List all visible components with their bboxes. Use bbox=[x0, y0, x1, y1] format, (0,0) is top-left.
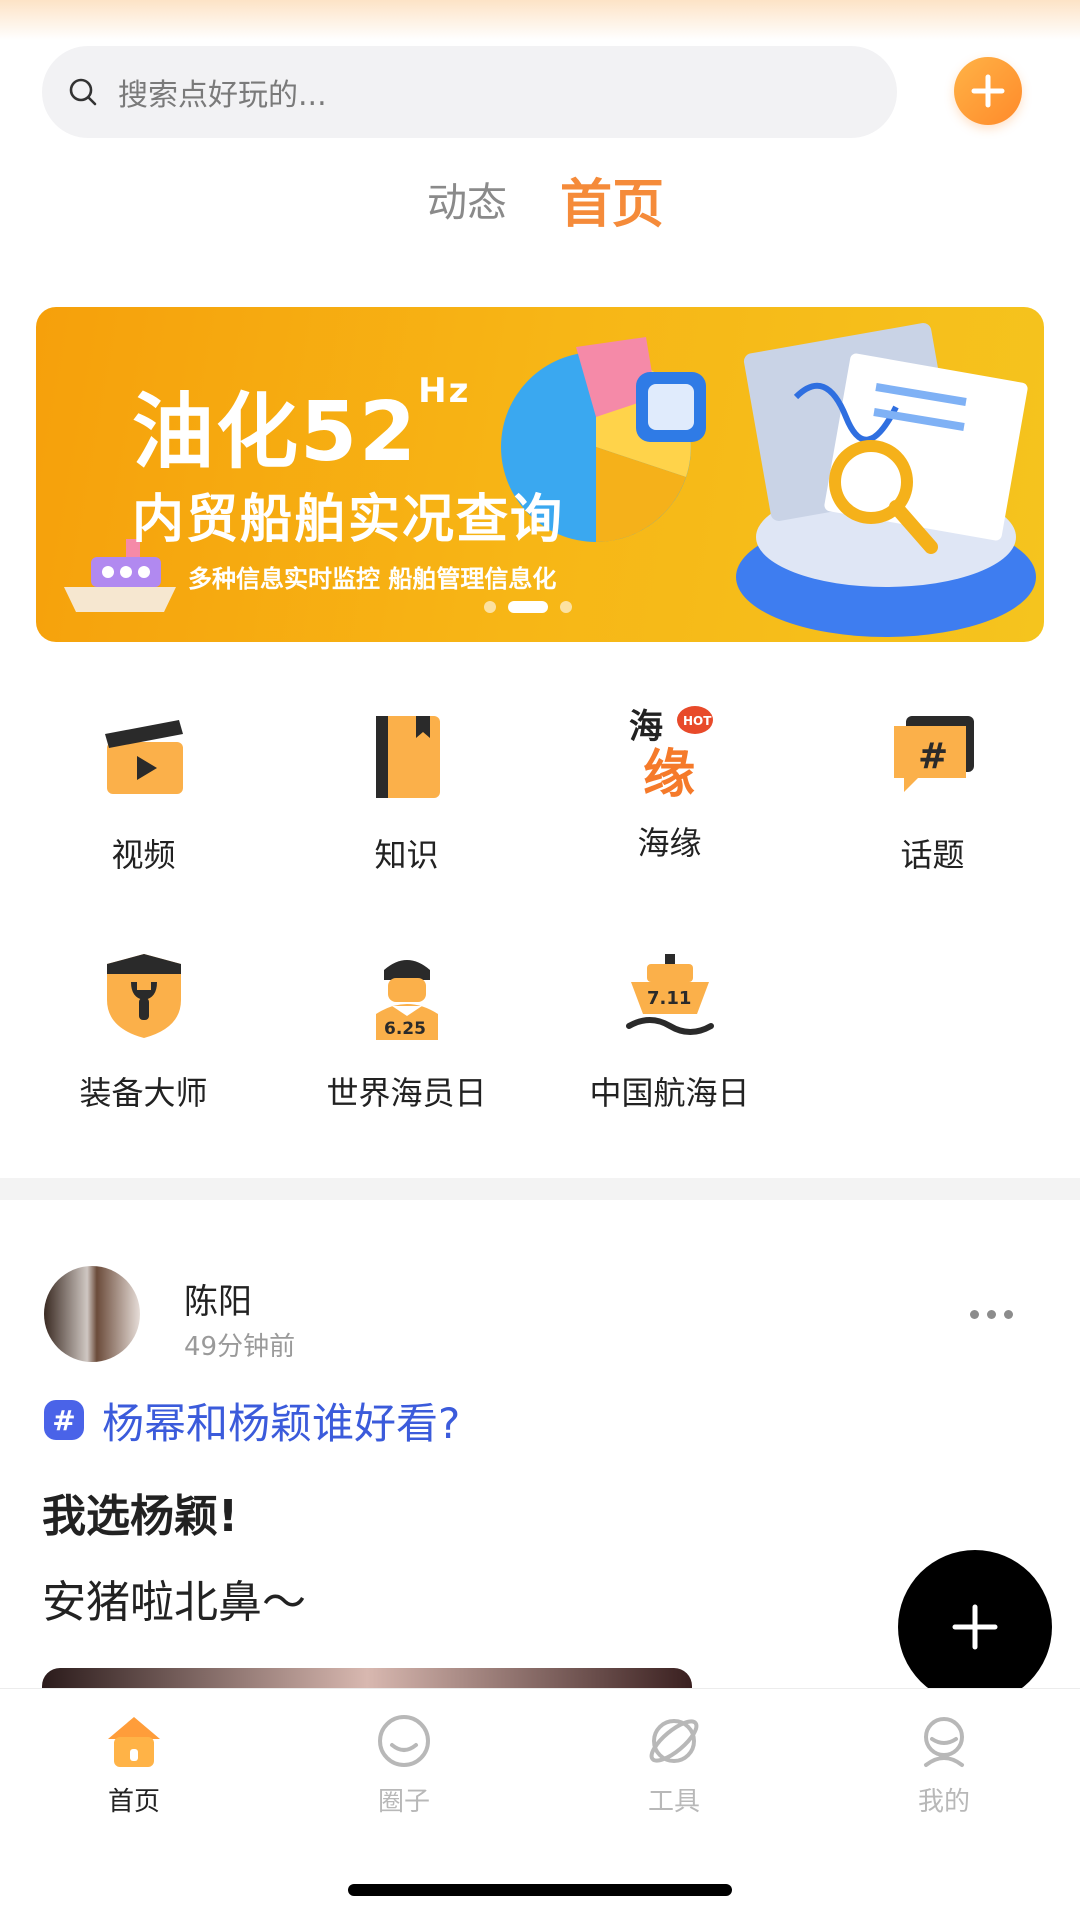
haiyuan-bottom-char: 缘 bbox=[643, 745, 695, 800]
hot-badge-text: HOT bbox=[683, 714, 712, 728]
more-options-icon[interactable] bbox=[970, 1310, 1013, 1319]
home-indicator bbox=[348, 1884, 732, 1896]
grid-label: 世界海员日 bbox=[326, 1074, 487, 1112]
nav-label: 首页 bbox=[107, 1787, 160, 1817]
nav-item-circle[interactable]: 圈子 bbox=[344, 1711, 464, 1818]
create-post-button[interactable] bbox=[898, 1550, 1052, 1704]
nav-item-tools[interactable]: 工具 bbox=[614, 1711, 734, 1818]
avatar[interactable] bbox=[44, 1266, 140, 1362]
grid-label: 话题 bbox=[900, 836, 965, 874]
shield-wrench-icon bbox=[106, 954, 181, 1038]
haiyuan-hot-icon: 海 缘 HOT bbox=[629, 706, 713, 805]
post-time: 49分钟前 bbox=[184, 1332, 296, 1362]
grid-item-video[interactable]: 视频 bbox=[12, 712, 275, 876]
video-icon bbox=[104, 720, 183, 794]
nav-item-home[interactable]: 首页 bbox=[74, 1711, 194, 1818]
grid-item-haiyuan[interactable]: 海 缘 HOT 海缘 bbox=[538, 700, 801, 864]
topic-icon: # bbox=[893, 716, 974, 792]
grid-item-knowledge[interactable]: 知识 bbox=[275, 712, 538, 876]
sailor-day-icon: 6.25 bbox=[375, 960, 438, 1040]
planet-tool-icon bbox=[649, 1719, 699, 1763]
page-dot-active bbox=[508, 601, 548, 613]
circle-chat-icon bbox=[378, 1715, 430, 1767]
nav-label: 圈子 bbox=[377, 1787, 430, 1817]
section-divider bbox=[0, 1178, 1080, 1200]
sailor-day-date: 6.25 bbox=[384, 1019, 426, 1039]
grid-item-sailor-day[interactable]: 6.25 世界海员日 bbox=[275, 950, 538, 1114]
banner-title: 油化52Hz bbox=[132, 371, 471, 480]
post-headline: 我选杨颖! bbox=[42, 1491, 239, 1542]
plus-icon bbox=[971, 74, 1005, 108]
grid-label: 海缘 bbox=[637, 824, 702, 862]
page-dot bbox=[560, 601, 572, 613]
grid-label: 中国航海日 bbox=[589, 1074, 750, 1112]
tab-home[interactable]: 首页 bbox=[560, 162, 664, 237]
nav-item-profile[interactable]: 我的 bbox=[884, 1711, 1004, 1818]
search-placeholder: 搜索点好玩的... bbox=[118, 78, 327, 113]
grid-label: 视频 bbox=[111, 836, 176, 874]
ship-day-icon: 7.11 bbox=[625, 954, 714, 1035]
promo-banner[interactable]: 油化52Hz 内贸船舶实况查询 多种信息实时监控 船舶管理信息化 bbox=[36, 307, 1044, 642]
plus-icon bbox=[952, 1604, 998, 1650]
svg-text:#: # bbox=[918, 736, 948, 777]
banner-pagination bbox=[484, 601, 572, 613]
add-button[interactable] bbox=[954, 57, 1022, 125]
profile-icon bbox=[924, 1717, 964, 1767]
grid-item-navigation-day[interactable]: 7.11 中国航海日 bbox=[538, 950, 801, 1114]
search-bar[interactable]: 搜索点好玩的... bbox=[42, 46, 897, 138]
haiyuan-top-char: 海 bbox=[629, 707, 663, 747]
grid-item-topic[interactable]: # 话题 bbox=[801, 712, 1064, 876]
post-topic-link[interactable]: 杨幂和杨颖谁好看? bbox=[102, 1390, 460, 1451]
grid-item-equipment-master[interactable]: 装备大师 bbox=[12, 950, 275, 1114]
nav-label: 我的 bbox=[917, 1787, 970, 1817]
post-body: 安猪啦北鼻～ bbox=[42, 1577, 306, 1628]
banner-description: 多种信息实时监控 船舶管理信息化 bbox=[188, 565, 557, 593]
tab-dynamic[interactable]: 动态 bbox=[427, 170, 507, 228]
page-dot bbox=[484, 601, 496, 613]
banner-subtitle: 内贸船舶实况查询 bbox=[132, 490, 565, 550]
book-icon bbox=[375, 716, 440, 798]
status-bar-glow bbox=[0, 0, 1080, 40]
home-icon bbox=[108, 1717, 160, 1767]
post-author[interactable]: 陈阳 bbox=[184, 1274, 252, 1323]
ship-day-date: 7.11 bbox=[647, 988, 691, 1009]
grid-label: 知识 bbox=[374, 836, 439, 874]
banner-title-sup: Hz bbox=[418, 371, 471, 411]
topic-hash-icon: # bbox=[44, 1400, 84, 1440]
search-icon bbox=[69, 78, 97, 106]
grid-label: 装备大师 bbox=[79, 1074, 208, 1112]
nav-label: 工具 bbox=[647, 1787, 700, 1817]
